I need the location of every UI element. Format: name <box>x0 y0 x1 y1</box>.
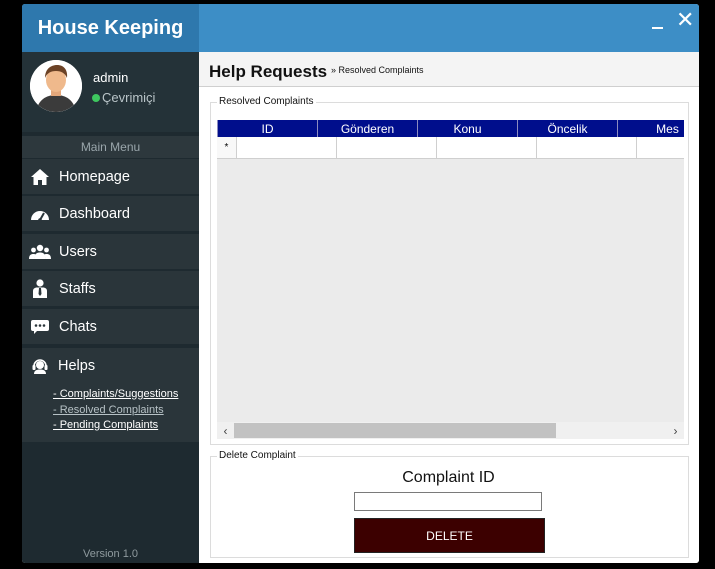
headset-icon <box>22 357 58 375</box>
sidebar-item-label: Dashboard <box>59 205 130 222</box>
sidebar-item-label: Users <box>59 243 97 260</box>
column-header-gonderen[interactable]: Gönderen <box>318 120 418 137</box>
home-icon <box>22 168 58 186</box>
chat-icon <box>22 319 58 335</box>
delete-button[interactable]: DELETE <box>354 518 545 553</box>
users-icon <box>22 244 58 260</box>
sidebar-item-helps[interactable]: Helps <box>22 348 199 383</box>
breadcrumb: » Resolved Complaints <box>331 65 424 75</box>
page-title: Help Requests <box>209 62 328 81</box>
sidebar-item-label: Staffs <box>59 280 96 297</box>
table-cell[interactable] <box>637 137 684 159</box>
table-cell[interactable] <box>537 137 637 159</box>
helps-panel: Helps - Complaints/Suggestions - Resolve… <box>22 348 199 442</box>
new-row-marker[interactable]: * <box>217 137 237 159</box>
scroll-right-icon[interactable]: › <box>667 422 684 439</box>
status-dot-icon <box>92 93 100 102</box>
sidebar: admin Çevrimiçi Main Menu Homepage Dashb… <box>22 52 199 563</box>
staff-icon <box>22 278 58 299</box>
dashboard-icon <box>22 206 58 222</box>
link-resolved-complaints[interactable]: - Resolved Complaints <box>53 404 164 416</box>
scroll-left-icon[interactable]: ‹ <box>217 422 234 439</box>
sidebar-item-label: Homepage <box>59 168 130 185</box>
user-profile: admin Çevrimiçi <box>22 52 199 132</box>
username: admin <box>93 70 129 85</box>
status-text: Çevrimiçi <box>102 90 156 105</box>
online-status: Çevrimiçi <box>92 90 155 105</box>
title-bar: House Keeping ✕ <box>22 4 699 52</box>
avatar <box>30 60 82 112</box>
app-window: House Keeping ✕ admin Çevrimiçi Main Men… <box>22 4 699 563</box>
link-complaints-suggestions[interactable]: - Complaints/Suggestions <box>53 388 178 400</box>
sidebar-item-label: Chats <box>59 318 97 335</box>
page-header: Help Requests » Resolved Complaints <box>199 52 699 87</box>
close-button[interactable]: ✕ <box>676 9 694 31</box>
table-cell[interactable] <box>337 137 437 159</box>
column-header-mesaj[interactable]: Mes <box>618 120 684 137</box>
minimize-button[interactable] <box>650 14 664 34</box>
scroll-thumb[interactable] <box>234 423 556 438</box>
column-header-id[interactable]: ID <box>218 120 318 137</box>
horizontal-scrollbar[interactable]: ‹ › <box>217 422 684 439</box>
complaint-id-label: Complaint ID <box>402 469 495 486</box>
resolved-complaints-group: Resolved Complaints ID Gönderen Konu Önc… <box>210 96 689 445</box>
complaint-id-input[interactable] <box>354 492 542 511</box>
grid-header: ID Gönderen Konu Öncelik Mes <box>217 120 684 137</box>
sidebar-item-homepage[interactable]: Homepage <box>22 159 199 194</box>
sidebar-item-staffs[interactable]: Staffs <box>22 271 199 306</box>
table-cell[interactable] <box>437 137 537 159</box>
column-header-oncelik[interactable]: Öncelik <box>518 120 618 137</box>
sidebar-item-dashboard[interactable]: Dashboard <box>22 196 199 231</box>
link-pending-complaints[interactable]: - Pending Complaints <box>53 419 158 431</box>
group-label: Resolved Complaints <box>217 96 316 107</box>
new-row[interactable]: * <box>217 137 684 159</box>
sidebar-item-chats[interactable]: Chats <box>22 309 199 344</box>
table-cell[interactable] <box>237 137 337 159</box>
sidebar-item-label: Helps <box>58 357 96 374</box>
group-label: Delete Complaint <box>217 450 298 461</box>
sidebar-item-users[interactable]: Users <box>22 234 199 269</box>
delete-complaint-group: Delete Complaint Complaint ID DELETE <box>210 450 689 558</box>
app-title: House Keeping <box>22 4 199 52</box>
column-header-konu[interactable]: Konu <box>418 120 518 137</box>
main-content: Help Requests » Resolved Complaints Reso… <box>199 52 699 563</box>
version-label: Version 1.0 <box>82 548 139 560</box>
complaints-grid: ID Gönderen Konu Öncelik Mes * ‹ › <box>217 120 684 439</box>
menu-header: Main Menu <box>22 136 199 158</box>
